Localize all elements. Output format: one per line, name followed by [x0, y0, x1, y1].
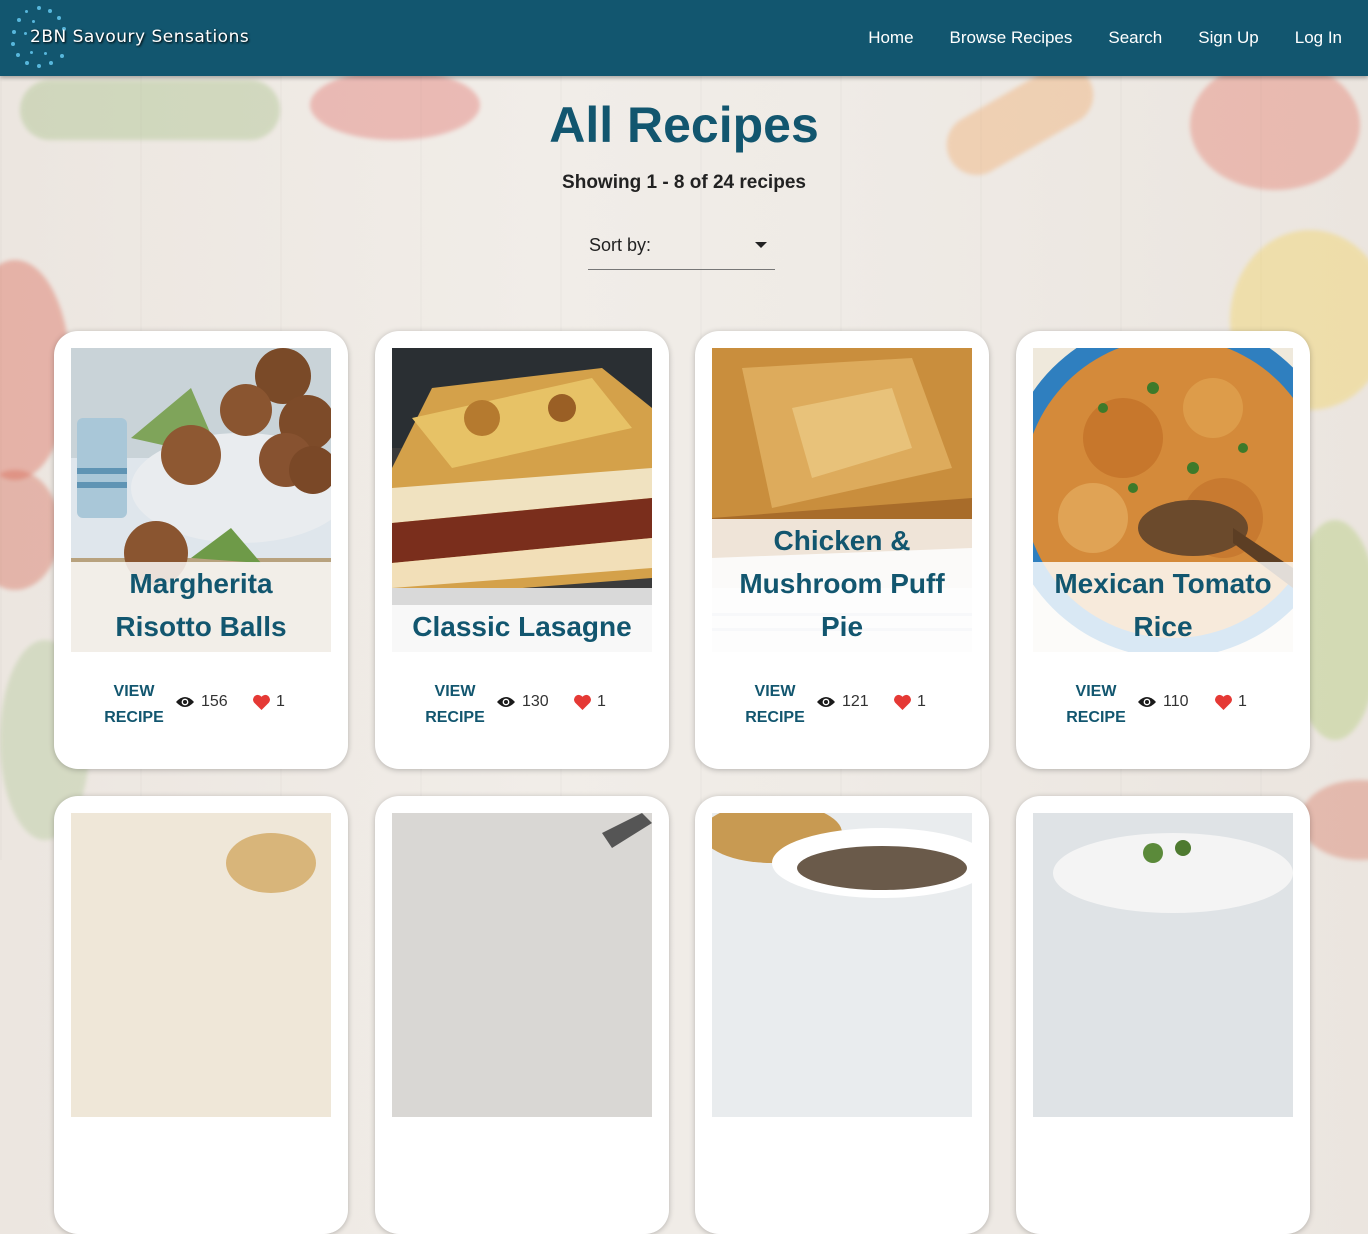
view-recipe-button[interactable]: VIEW RECIPE: [102, 679, 166, 731]
card-actions: VIEW RECIPE 130 1: [375, 676, 669, 728]
view-count: 121: [816, 692, 869, 712]
recipe-image[interactable]: [392, 813, 652, 1117]
recipe-image[interactable]: [712, 813, 972, 1117]
heart-icon[interactable]: [252, 694, 271, 711]
recipe-image[interactable]: Classic Lasagne: [392, 348, 652, 652]
recipe-card: [375, 796, 669, 1234]
recipe-image[interactable]: Chicken & Mushroom Puff Pie: [712, 348, 972, 652]
recipe-name: Classic Lasagne: [392, 605, 652, 652]
top-navbar: 2BN Savoury Sensations Home Browse Recip…: [0, 0, 1368, 76]
results-count: Showing 1 - 8 of 24 recipes: [562, 172, 806, 193]
recipe-name: Chicken & Mushroom Puff Pie: [712, 519, 972, 652]
view-recipe-button[interactable]: VIEW RECIPE: [1064, 679, 1128, 731]
heart-icon[interactable]: [1214, 694, 1233, 711]
like-count-value: 1: [597, 693, 606, 710]
like-count-value: 1: [917, 693, 926, 710]
brand-name[interactable]: 2BN Savoury Sensations: [30, 27, 249, 47]
sort-dropdown[interactable]: Sort by:: [588, 228, 775, 270]
recipe-card: Classic Lasagne VIEW RECIPE 130 1: [375, 331, 669, 769]
eye-icon: [817, 697, 835, 707]
view-count-value: 130: [522, 693, 549, 710]
sort-label: Sort by:: [589, 235, 652, 255]
nav-link-search[interactable]: Search: [1108, 28, 1162, 48]
view-count: 130: [496, 692, 549, 712]
recipe-image[interactable]: [1033, 813, 1293, 1117]
recipe-image[interactable]: Mexican Tomato Rice: [1033, 348, 1293, 652]
eye-icon: [176, 697, 194, 707]
nav-link-home[interactable]: Home: [868, 28, 913, 48]
like-count[interactable]: 1: [1214, 692, 1247, 712]
recipe-image[interactable]: [71, 813, 331, 1117]
like-count-value: 1: [1238, 693, 1247, 710]
eye-icon: [497, 697, 515, 707]
view-recipe-button[interactable]: VIEW RECIPE: [423, 679, 487, 731]
recipe-name: Mexican Tomato Rice: [1033, 562, 1293, 652]
recipe-image[interactable]: Margherita Risotto Balls: [71, 348, 331, 652]
main-nav: Home Browse Recipes Search Sign Up Log I…: [868, 0, 1368, 76]
recipe-card: [54, 796, 348, 1234]
like-count[interactable]: 1: [573, 692, 606, 712]
nav-link-sign-up[interactable]: Sign Up: [1198, 28, 1258, 48]
eye-icon: [1138, 697, 1156, 707]
view-count: 110: [1137, 692, 1189, 712]
page-title: All Recipes: [549, 97, 819, 153]
chevron-down-icon: [755, 242, 767, 248]
heart-icon[interactable]: [573, 694, 592, 711]
nav-link-browse-recipes[interactable]: Browse Recipes: [950, 28, 1073, 48]
recipe-card: Margherita Risotto Balls VIEW RECIPE 156…: [54, 331, 348, 769]
card-actions: VIEW RECIPE 121 1: [695, 676, 989, 728]
view-count-value: 156: [201, 693, 228, 710]
view-recipe-button[interactable]: VIEW RECIPE: [743, 679, 807, 731]
card-actions: VIEW RECIPE 110 1: [1016, 676, 1310, 728]
view-count-value: 110: [1163, 693, 1189, 710]
like-count[interactable]: 1: [893, 692, 926, 712]
nav-link-log-in[interactable]: Log In: [1295, 28, 1342, 48]
card-actions: VIEW RECIPE 156 1: [54, 676, 348, 728]
recipe-card: Mexican Tomato Rice VIEW RECIPE 110 1: [1016, 331, 1310, 769]
recipe-card: [1016, 796, 1310, 1234]
like-count-value: 1: [276, 693, 285, 710]
view-count: 156: [175, 692, 228, 712]
recipe-card: [695, 796, 989, 1234]
recipe-name: Margherita Risotto Balls: [71, 562, 331, 652]
heart-icon[interactable]: [893, 694, 912, 711]
view-count-value: 121: [842, 693, 869, 710]
like-count[interactable]: 1: [252, 692, 285, 712]
recipe-card: Chicken & Mushroom Puff Pie VIEW RECIPE …: [695, 331, 989, 769]
